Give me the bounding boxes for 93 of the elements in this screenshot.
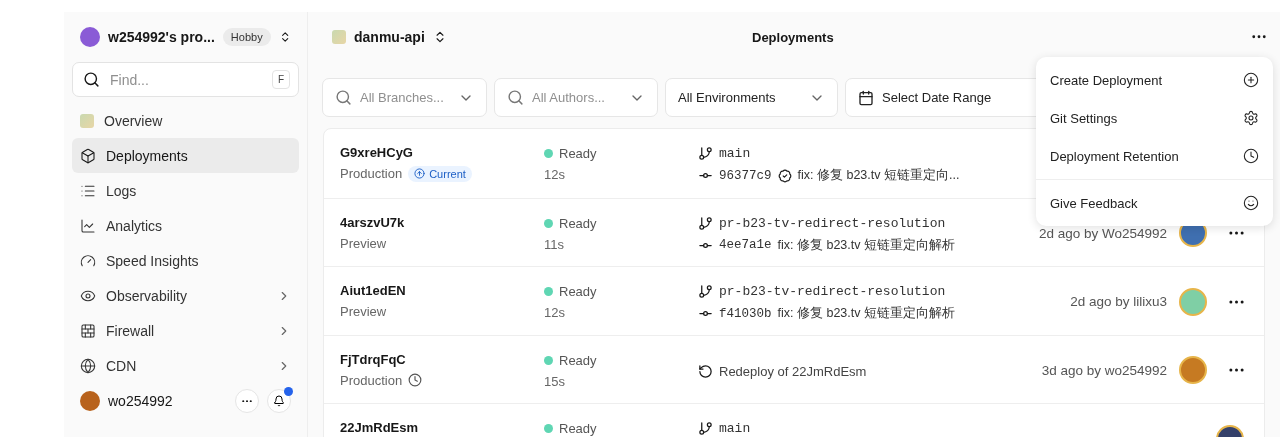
user-name: wo254992 — [108, 393, 173, 409]
branch-name[interactable]: main — [719, 146, 751, 161]
status-dot — [544, 424, 553, 433]
wall-icon — [80, 322, 96, 339]
ellipsis-icon — [1229, 231, 1244, 236]
project-icon — [332, 30, 346, 44]
duration: 15s — [544, 373, 566, 389]
menu-item[interactable]: Deployment Retention — [1036, 137, 1273, 175]
commit-message: fix: 修复 b23.tv 短链重定向解析 — [777, 236, 955, 254]
notification-button[interactable] — [267, 389, 291, 413]
duration: 12s — [544, 305, 566, 320]
cube-icon — [80, 147, 96, 164]
branch-name[interactable]: pr-b23-tv-redirect-resolution — [719, 284, 946, 299]
project-name[interactable]: danmu-api — [354, 29, 425, 45]
search-input[interactable]: Find... — [108, 70, 264, 89]
deployment-id[interactable]: G9xreHCyG — [340, 145, 544, 160]
plus-icon — [1243, 72, 1259, 88]
search-field[interactable]: Find... F — [72, 62, 299, 97]
more-button[interactable] — [1229, 231, 1244, 236]
status-dot — [544, 287, 553, 296]
duration: 11s — [544, 236, 565, 252]
status-label: Ready — [559, 146, 597, 161]
commit-message: fix: 修复 b23.tv 短链重定向解析 — [777, 305, 955, 322]
chart-icon — [80, 217, 96, 234]
status-dot — [544, 218, 553, 228]
ellipsis-icon — [1229, 299, 1244, 304]
menu-item[interactable]: Give Feedback — [1036, 184, 1273, 222]
plan-badge: Hobby — [222, 28, 271, 46]
calendar-icon — [858, 89, 874, 106]
deployment-id[interactable]: 4arszvU7k — [340, 214, 544, 230]
verified-icon — [777, 168, 792, 183]
environment-label: Preview — [340, 235, 387, 251]
author-avatar — [1179, 287, 1207, 316]
deployment-id[interactable]: Aiut1edEN — [340, 283, 544, 298]
author-meta: 2d ago by lilixu3 — [1070, 294, 1167, 310]
branch-icon — [698, 146, 713, 161]
smiley-icon — [1243, 195, 1259, 211]
status-label: Ready — [559, 215, 597, 231]
bell-icon — [273, 395, 285, 407]
commit-hash[interactable]: 4ee7a1e — [719, 238, 772, 252]
page-title: Deployments — [752, 30, 834, 45]
sidebar-item[interactable]: Logs — [72, 173, 299, 208]
author-avatar — [1179, 356, 1207, 385]
more-button[interactable] — [1229, 299, 1244, 304]
ellipsis-icon — [1229, 368, 1244, 373]
commit-hash[interactable]: f41030b — [719, 306, 772, 321]
clock-icon — [408, 373, 423, 387]
ellipsis-icon — [242, 399, 252, 403]
more-icon[interactable] — [1252, 35, 1266, 39]
redeploy-label: Redeploy of 22JmRdEsm — [719, 363, 867, 379]
status-dot — [544, 355, 553, 365]
sidebar-item[interactable]: Analytics — [72, 208, 299, 243]
status-dot — [544, 149, 553, 158]
user-avatar — [80, 391, 100, 411]
deployment-id[interactable]: FjTdrqFqC — [340, 351, 544, 367]
duration: 12s — [544, 167, 566, 182]
environment-label: Production — [340, 372, 403, 388]
team-avatar — [80, 27, 100, 47]
commit-hash[interactable]: 96377c9 — [719, 168, 772, 183]
sidebar-item[interactable]: Observability — [72, 278, 299, 313]
globe-icon — [80, 357, 96, 374]
settings-icon — [1243, 110, 1259, 126]
team-name[interactable]: w254992's pro... — [108, 29, 215, 45]
environment-label: Production — [340, 166, 403, 181]
branch-icon — [698, 284, 713, 299]
author-meta: 3d ago by wo254992 — [1041, 362, 1167, 378]
sidebar-item[interactable]: Speed Insights — [72, 243, 299, 278]
commit-message: fix: 修复 b23.tv 短链重定向... — [797, 167, 960, 184]
clock-icon — [1243, 148, 1259, 164]
deployment-id[interactable]: 22JmRdEsm — [340, 420, 544, 435]
sidebar-item[interactable]: Overview — [72, 103, 299, 138]
project-icon — [80, 113, 94, 128]
search-icon — [83, 71, 100, 88]
sidebar-item[interactable]: Deployments — [72, 138, 299, 173]
shortcut-key: F — [271, 70, 290, 89]
more-button[interactable] — [1229, 368, 1244, 373]
branch-name[interactable]: main — [719, 421, 751, 436]
branch-name[interactable]: pr-b23-tv-redirect-resolution — [719, 215, 946, 231]
status-label: Ready — [559, 421, 597, 436]
status-label: Ready — [559, 352, 597, 368]
branch-icon — [698, 215, 713, 231]
current-badge: Current — [408, 165, 472, 182]
environment-label: Preview — [340, 304, 387, 319]
filter-dropdown[interactable]: All Environments — [665, 78, 838, 117]
gauge-icon — [80, 252, 96, 269]
sidebar-item[interactable]: CDN — [72, 348, 299, 383]
sidebar-item[interactable]: Firewall — [72, 313, 299, 348]
search-icon — [507, 89, 524, 106]
author-meta: 2d ago by Wo254992 — [1038, 225, 1167, 241]
status-label: Ready — [559, 284, 597, 299]
redeploy-icon — [698, 363, 713, 379]
branch-icon — [698, 421, 713, 436]
search-icon — [335, 89, 352, 106]
